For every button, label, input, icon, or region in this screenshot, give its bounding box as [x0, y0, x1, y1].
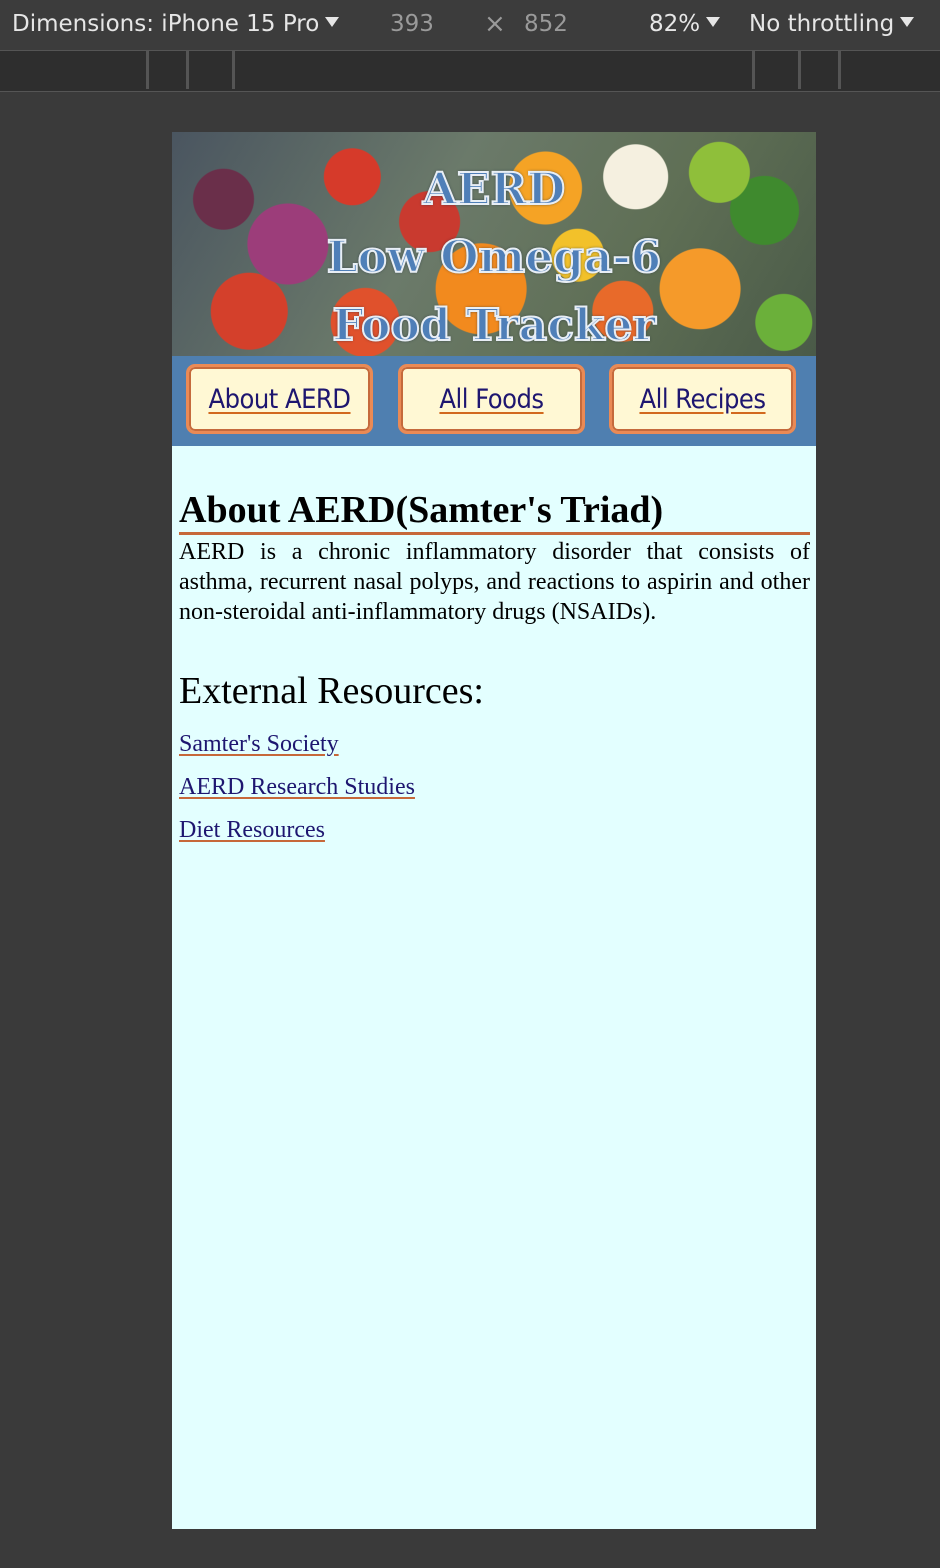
ruler-divider [186, 51, 189, 89]
width-field[interactable]: 393 [390, 11, 434, 37]
device-selector[interactable]: Dimensions: iPhone 15 Pro [12, 11, 340, 37]
main-nav: About AERD All Foods All Recipes [172, 356, 816, 446]
nav-about-aerd[interactable]: About AERD [186, 364, 373, 434]
site-title-line: Food Tracker [331, 299, 656, 352]
link-aerd-research-studies[interactable]: AERD Research Studies [179, 772, 810, 802]
device-label: Dimensions: iPhone 15 Pro [12, 11, 320, 37]
ruler-divider [838, 51, 841, 89]
chevron-down-icon [900, 16, 915, 27]
device-viewport: AERD Low Omega-6 Food Tracker About AERD… [172, 132, 816, 1529]
ruler-divider [752, 51, 755, 89]
nav-label: All Recipes [639, 383, 766, 415]
devtools-toolbar: Dimensions: iPhone 15 Pro 393 × 852 82% … [0, 0, 940, 50]
throttling-label: No throttling [749, 11, 895, 37]
zoom-label: 82% [649, 11, 701, 37]
nav-all-foods[interactable]: All Foods [398, 364, 585, 434]
zoom-selector[interactable]: 82% [649, 11, 721, 37]
main-content: About AERD(Samter's Triad) AERD is a chr… [179, 488, 810, 845]
times-icon: × [484, 9, 506, 39]
chevron-down-icon [706, 16, 721, 27]
site-title-line: Low Omega-6 [326, 231, 663, 284]
ruler-divider [798, 51, 801, 89]
site-title-line: AERD [422, 163, 566, 216]
nav-all-recipes[interactable]: All Recipes [609, 364, 796, 434]
throttling-selector[interactable]: No throttling [749, 11, 915, 37]
link-samters-society[interactable]: Samter's Society [179, 729, 810, 759]
nav-label: About AERD [208, 383, 351, 415]
hero-banner: AERD Low Omega-6 Food Tracker [172, 132, 816, 356]
resource-links: Samter's Society AERD Research Studies D… [179, 729, 810, 845]
resources-heading: External Resources: [179, 670, 484, 712]
ruler-divider [232, 51, 235, 89]
chevron-down-icon [325, 16, 340, 27]
ruler-divider [146, 51, 149, 89]
site-title: AERD Low Omega-6 Food Tracker [172, 156, 816, 360]
height-field[interactable]: 852 [524, 11, 568, 37]
page-title: About AERD(Samter's Triad) [179, 488, 810, 535]
nav-label: All Foods [439, 383, 544, 415]
media-query-bar[interactable] [0, 50, 940, 92]
description: AERD is a chronic inflammatory disorder … [179, 539, 810, 625]
link-diet-resources[interactable]: Diet Resources [179, 815, 810, 845]
